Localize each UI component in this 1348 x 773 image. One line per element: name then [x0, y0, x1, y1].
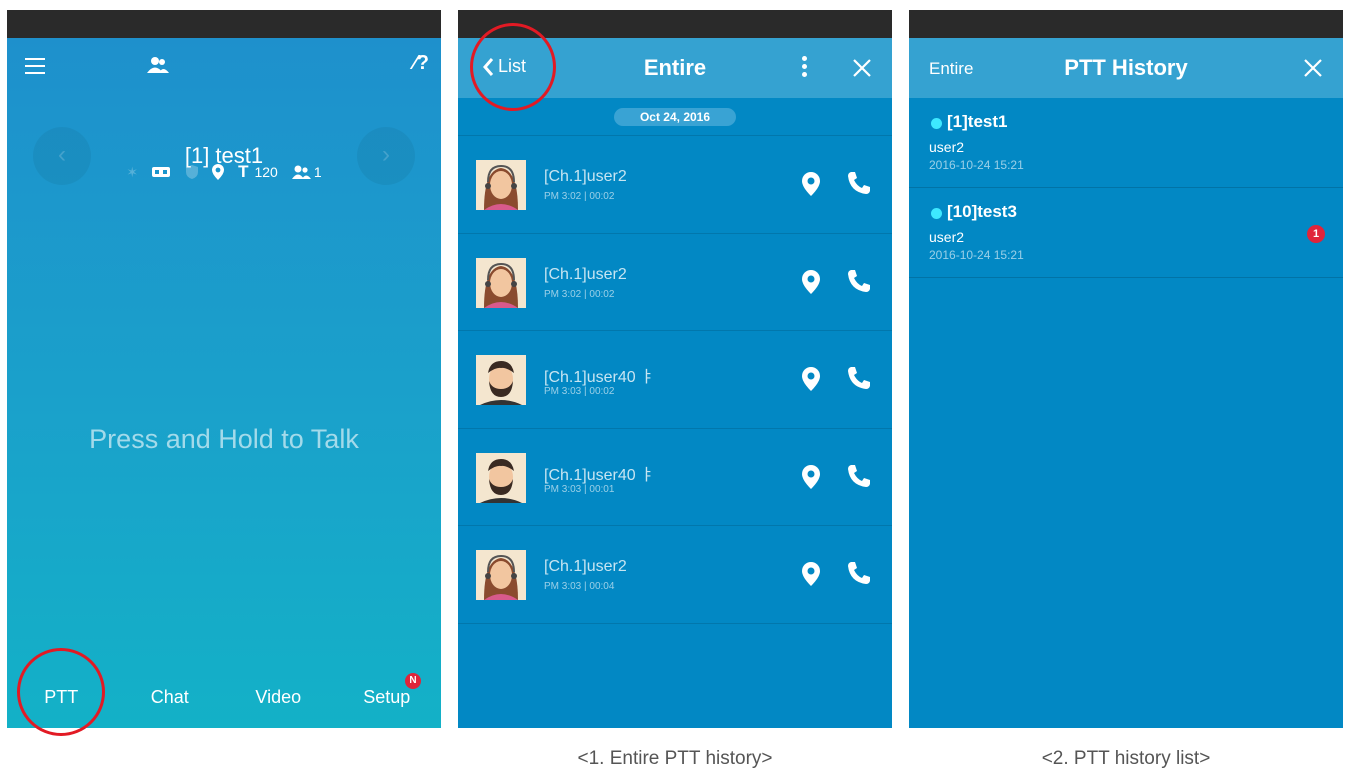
- history-meta: PM 3:03 | 00:04: [544, 581, 615, 592]
- list-item[interactable]: [Ch.1]user2 PM 3:03 | 00:04: [458, 526, 892, 624]
- history-name: [Ch.1]user40 ㅑ: [544, 466, 655, 484]
- tab-setup-label: Setup: [363, 687, 411, 707]
- page-title: PTT History: [1064, 55, 1188, 80]
- female-avatar-icon: [476, 257, 526, 308]
- date-label: Oct 24, 2016: [614, 108, 736, 126]
- close-icon[interactable]: [1303, 58, 1323, 78]
- tab-setup[interactable]: Setup N: [333, 673, 442, 708]
- call-icon[interactable]: [846, 560, 872, 586]
- location-pin-icon[interactable]: [800, 171, 822, 197]
- list-item[interactable]: [Ch.1]user2 PM 3:02 | 00:02: [458, 136, 892, 234]
- list-item[interactable]: [1]test1 user2 2016-10-24 15:21: [909, 98, 1343, 188]
- caption-entire-history: <1. Entire PTT history>: [577, 748, 773, 769]
- ptt-history-list-screen: Entire PTT History [1]test1 user2 2016-1…: [909, 10, 1343, 728]
- contacts-icon[interactable]: [147, 56, 169, 74]
- status-bar: [7, 10, 441, 38]
- location-pin-icon[interactable]: [800, 269, 822, 295]
- t-count: 120: [254, 164, 278, 180]
- ptt-screen: ⁄? ‹ [1] test1 › ✶ T 120 1 Press and Hol…: [7, 10, 441, 728]
- call-icon[interactable]: [846, 170, 872, 196]
- location-pin-icon[interactable]: [800, 464, 822, 490]
- location-icon: [212, 164, 225, 180]
- room-name: [10]test3: [947, 202, 1017, 221]
- male-avatar-icon: [476, 452, 526, 503]
- call-icon[interactable]: [846, 365, 872, 391]
- history-name: [Ch.1]user2: [544, 265, 627, 283]
- member-count: 1: [313, 164, 322, 180]
- unread-badge: 1: [1307, 225, 1325, 243]
- history-meta: PM 3:03 | 00:01: [544, 483, 615, 495]
- text-icon: T: [238, 162, 249, 181]
- list-item[interactable]: [10]test3 user2 2016-10-24 15:21 1: [909, 188, 1343, 278]
- list-item[interactable]: [Ch.1]user40 ㅑ PM 3:03 | 00:02: [458, 331, 892, 429]
- tab-video[interactable]: Video: [224, 687, 333, 708]
- close-icon[interactable]: [852, 58, 872, 78]
- room-name: [1]test1: [947, 112, 1008, 131]
- location-pin-icon[interactable]: [800, 561, 822, 587]
- channel-status-row: ✶ T 120 1: [7, 162, 441, 182]
- more-options-icon[interactable]: [802, 56, 808, 78]
- entire-history-screen: List Entire Oct 24, 2016 [Ch.1]user2 PM …: [458, 10, 892, 728]
- room-time: 2016-10-24 15:21: [929, 158, 1024, 172]
- menu-icon[interactable]: [25, 58, 45, 74]
- list-item[interactable]: [Ch.1]user40 ㅑ PM 3:03 | 00:01: [458, 429, 892, 526]
- new-badge: N: [405, 673, 421, 689]
- online-dot-icon: [931, 208, 942, 219]
- shield-icon: [186, 165, 199, 179]
- bluetooth-icon: ✶: [126, 163, 139, 180]
- highlight-ring-ptt: [17, 648, 105, 736]
- online-dot-icon: [931, 118, 942, 129]
- ptt-talk-area[interactable]: Press and Hold to Talk: [7, 424, 441, 455]
- tab-chat[interactable]: Chat: [116, 687, 225, 708]
- list-item[interactable]: [Ch.1]user2 PM 3:02 | 00:02: [458, 234, 892, 331]
- battery-icon: [152, 167, 171, 177]
- room-time: 2016-10-24 15:21: [929, 248, 1024, 262]
- location-pin-icon[interactable]: [800, 366, 822, 392]
- history-name: [Ch.1]user40 ㅑ: [544, 369, 655, 386]
- male-avatar-icon: [476, 355, 526, 405]
- history-name: [Ch.1]user2: [544, 558, 627, 575]
- call-icon[interactable]: [846, 463, 872, 489]
- unlink-icon[interactable]: ⁄?: [413, 52, 429, 75]
- history-name: [Ch.1]user2: [544, 168, 627, 185]
- history-meta: PM 3:02 | 00:02: [544, 191, 615, 202]
- members-icon: [291, 165, 311, 179]
- room-list: [1]test1 user2 2016-10-24 15:21 [10]test…: [909, 98, 1343, 278]
- history-meta: PM 3:03 | 00:02: [544, 386, 615, 397]
- history-list: [Ch.1]user2 PM 3:02 | 00:02 [Ch.1]user2 …: [458, 136, 892, 624]
- status-bar: [909, 10, 1343, 38]
- highlight-ring-list: [470, 23, 556, 111]
- room-user: user2: [929, 139, 965, 155]
- room-user: user2: [929, 229, 965, 245]
- female-avatar-icon: [476, 550, 526, 600]
- female-avatar-icon: [476, 160, 526, 210]
- ptt-top-bar: ⁄?: [7, 38, 441, 100]
- caption-history-list: <2. PTT history list>: [1041, 748, 1211, 769]
- history-meta: PM 3:02 | 00:02: [544, 288, 615, 300]
- call-icon[interactable]: [846, 268, 872, 294]
- ptt-history-header: Entire PTT History: [909, 38, 1343, 98]
